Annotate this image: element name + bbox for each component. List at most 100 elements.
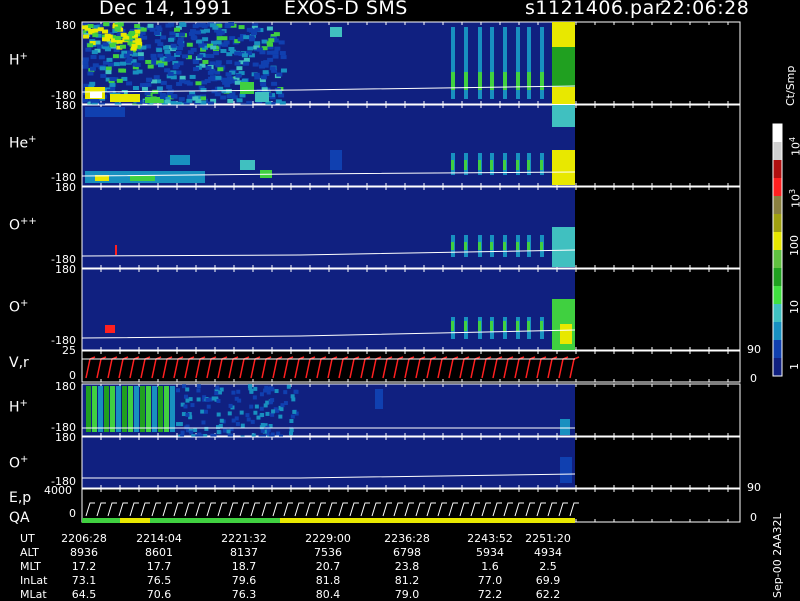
ephemeris-mlt-value: 17.7 <box>146 560 172 573</box>
intensity-cell <box>278 40 285 45</box>
intensity-cell <box>138 56 145 61</box>
intensity-cell <box>227 411 232 416</box>
intensity-cell <box>178 97 185 102</box>
panel-background <box>82 489 575 522</box>
intensity-cell <box>167 71 174 76</box>
intensity-cell <box>128 32 135 37</box>
intensity-cell <box>109 76 116 81</box>
intensity-cell <box>178 32 185 37</box>
intensity-cell <box>271 409 276 414</box>
colorbar-swatch <box>773 178 782 197</box>
intensity-cell <box>203 409 208 414</box>
intensity-cell <box>280 68 287 73</box>
intensity-cell <box>279 51 286 56</box>
ephemeris-ut-value: 2221:32 <box>221 532 267 545</box>
intensity-cell <box>228 22 235 27</box>
intensity-column <box>490 242 493 250</box>
intensity-column <box>527 242 530 250</box>
intensity-cell <box>90 55 97 60</box>
intensity-cell <box>142 83 149 88</box>
quality-bar <box>120 518 150 523</box>
ephemeris-inlat-value: 77.0 <box>477 574 503 587</box>
intensity-cell <box>254 27 261 32</box>
intensity-cell <box>166 84 173 89</box>
intensity-cell <box>260 82 267 87</box>
colorbar-tick-100: 100 <box>788 235 800 256</box>
row-label-alt: ALT <box>20 546 39 559</box>
intensity-cell <box>215 40 222 45</box>
intensity-cell <box>274 389 279 394</box>
intensity-column <box>104 386 109 432</box>
intensity-cell <box>192 60 199 65</box>
intensity-cell <box>219 418 224 423</box>
intensity-cell <box>140 27 147 32</box>
intensity-column <box>98 386 103 432</box>
ytick-bottom: 0 <box>69 507 76 520</box>
intensity-cell <box>83 34 90 39</box>
intensity-cell <box>259 425 264 430</box>
intensity-cell <box>164 49 171 54</box>
intensity-cell <box>214 391 219 396</box>
intensity-cell <box>199 23 206 28</box>
intensity-cell <box>92 63 99 68</box>
intensity-cell <box>239 93 246 98</box>
intensity-block <box>255 92 269 102</box>
intensity-column <box>158 386 163 432</box>
intensity-cell <box>190 403 195 408</box>
intensity-cell <box>235 73 242 78</box>
intensity-cell <box>190 35 197 40</box>
intensity-cell <box>266 390 271 395</box>
panel-label-o-plus: O+ <box>9 298 29 316</box>
intensity-cell <box>243 35 250 40</box>
intensity-cell <box>169 31 176 36</box>
intensity-column <box>490 321 493 331</box>
intensity-column <box>128 386 133 432</box>
intensity-column <box>478 242 481 250</box>
intensity-cell <box>286 384 291 389</box>
ephemeris-ut-value: 2206:28 <box>61 532 107 545</box>
ephemeris-inlat-value: 69.9 <box>535 574 561 587</box>
intensity-cell <box>195 81 202 86</box>
intensity-cell <box>259 392 264 397</box>
intensity-cell <box>100 73 107 78</box>
intensity-cell <box>215 385 220 390</box>
intensity-cell <box>216 425 221 430</box>
intensity-cell <box>105 325 115 333</box>
intensity-cell <box>170 43 177 48</box>
intensity-cell <box>290 414 295 419</box>
intensity-block <box>330 27 342 37</box>
ephemeris-alt-value: 8601 <box>145 546 173 559</box>
rtick-top: 90 <box>747 343 761 356</box>
ephemeris-mlat-value: 62.2 <box>535 588 561 601</box>
intensity-cell <box>208 53 215 58</box>
intensity-cell <box>226 52 233 57</box>
colorbar-tick-1000: 103 <box>788 188 800 208</box>
intensity-cell <box>280 55 287 60</box>
intensity-cell <box>243 61 250 66</box>
intensity-cell <box>180 22 187 27</box>
intensity-cell <box>132 62 139 67</box>
intensity-cell <box>218 30 225 35</box>
intensity-cell <box>82 60 89 65</box>
intensity-cell <box>189 74 196 79</box>
intensity-cell <box>249 389 254 394</box>
intensity-block <box>560 457 572 483</box>
intensity-block <box>110 94 140 102</box>
intensity-cell <box>118 68 125 73</box>
intensity-cell <box>247 46 254 51</box>
ephemeris-mlat-value: 70.6 <box>146 588 172 601</box>
intensity-cell <box>217 390 222 395</box>
ephemeris-ut-value: 2236:28 <box>384 532 430 545</box>
row-label-inlat: InLat <box>20 574 48 587</box>
intensity-block <box>552 227 575 267</box>
intensity-cell <box>125 59 132 64</box>
intensity-cell <box>234 61 241 66</box>
ephemeris-alt-value: 6798 <box>393 546 421 559</box>
intensity-cell <box>234 51 241 56</box>
spectrogram-plot <box>81 21 783 523</box>
ephemeris-inlat-value: 81.2 <box>394 574 420 587</box>
colorbar-swatch <box>773 196 782 215</box>
intensity-cell <box>252 62 259 67</box>
intensity-cell <box>289 419 294 424</box>
intensity-cell <box>260 75 267 80</box>
